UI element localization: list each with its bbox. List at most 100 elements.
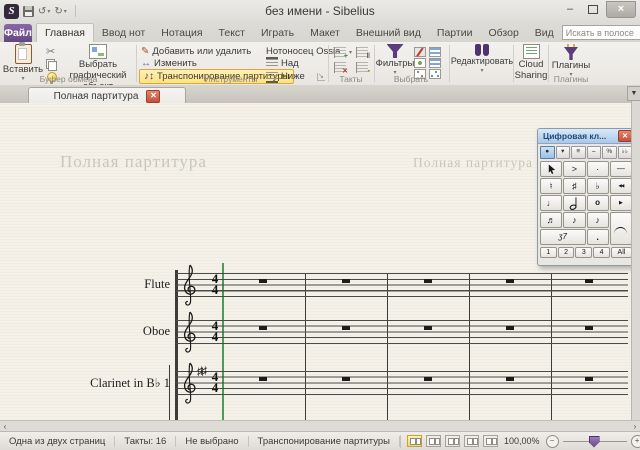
- join-bar-button[interactable]: ▪: [356, 62, 368, 73]
- whole-bar-rest[interactable]: [259, 279, 267, 283]
- ossia-above-button[interactable]: Над: [266, 58, 299, 69]
- whole-bar-rest[interactable]: [585, 326, 593, 330]
- whole-bar-rest[interactable]: [506, 279, 514, 283]
- pointer-key[interactable]: [540, 161, 562, 177]
- view-pages-vertical-button[interactable]: [464, 435, 479, 447]
- select-system-button[interactable]: [429, 58, 441, 68]
- delete-bar-button[interactable]: ✕: [334, 62, 346, 73]
- tab-text[interactable]: Текст: [211, 24, 253, 42]
- undo-button[interactable]: ↺▾: [38, 6, 50, 17]
- natural-key[interactable]: ♮: [540, 178, 562, 194]
- vertical-scrollbar[interactable]: ▼: [631, 86, 640, 420]
- time-signature-bottom[interactable]: 4: [209, 283, 221, 296]
- sharp-key[interactable]: ♯: [563, 178, 585, 194]
- tab-notations[interactable]: Нотация: [153, 24, 210, 42]
- scroll-right-icon[interactable]: ›: [630, 422, 640, 431]
- tab-note-input[interactable]: Ввод нот: [94, 24, 153, 42]
- staff-clarinet-1[interactable]: Clarinet in B♭ 1 ♯♯ 4 4: [0, 371, 632, 395]
- add-remove-instruments-button[interactable]: ✎Добавить или удалить: [141, 46, 251, 57]
- keypad-tab-accidentals[interactable]: ♭♭: [618, 146, 633, 159]
- zoom-slider-thumb[interactable]: [589, 436, 600, 448]
- view-single-pages-button[interactable]: [445, 435, 460, 447]
- voice-4-button[interactable]: 4: [593, 247, 610, 258]
- key-signature[interactable]: ♯♯: [197, 364, 205, 378]
- instrument-label[interactable]: Clarinet in B♭ 1: [20, 375, 170, 391]
- whole-bar-rest[interactable]: [424, 377, 432, 381]
- keypad-tab-articulations[interactable]: ⌢: [587, 146, 602, 159]
- instrument-label[interactable]: Oboe: [20, 324, 170, 339]
- tab-appearance[interactable]: Внешний вид: [348, 24, 429, 42]
- select-bars-button[interactable]: [429, 47, 441, 57]
- cloud-sharing-button[interactable]: Cloud Sharing: [515, 44, 547, 82]
- select-all-button[interactable]: [414, 58, 426, 68]
- staff-oboe[interactable]: Oboe 4 4: [0, 320, 632, 344]
- cut-button[interactable]: ✂: [46, 47, 55, 58]
- rest-key[interactable]: ʒ7: [540, 229, 586, 245]
- ossia-staff-button[interactable]: Нотоносец Ossia: [266, 46, 340, 57]
- forward-key[interactable]: ▶: [610, 195, 632, 211]
- view-pages-grid-button[interactable]: [426, 435, 441, 447]
- edit-button[interactable]: Редактировать▾: [452, 44, 512, 74]
- insert-bar-button[interactable]: ‖: [356, 47, 368, 58]
- minimize-button[interactable]: –: [560, 3, 580, 16]
- sixteenth-note-key[interactable]: ♪: [563, 212, 585, 228]
- voice-1-button[interactable]: 1: [540, 247, 557, 258]
- tab-play[interactable]: Играть: [253, 24, 302, 42]
- navigator-toggle-icon[interactable]: ▼: [627, 86, 640, 101]
- ribbon-search-input[interactable]: Искать в полосе: [562, 25, 640, 40]
- time-signature-bottom[interactable]: 4: [209, 381, 221, 394]
- whole-bar-rest[interactable]: [585, 377, 593, 381]
- instrument-label[interactable]: Flute: [20, 277, 170, 292]
- quarter-note-key[interactable]: ♩: [540, 195, 562, 211]
- tab-file[interactable]: Файл: [4, 24, 32, 42]
- filter-off-button[interactable]: [414, 47, 426, 57]
- back-key[interactable]: ◀◀: [610, 178, 632, 194]
- add-bar-button[interactable]: +▾: [334, 47, 352, 58]
- whole-bar-rest[interactable]: [585, 279, 593, 283]
- whole-bar-rest[interactable]: [259, 326, 267, 330]
- tab-close-icon[interactable]: ✕: [146, 90, 160, 103]
- keypad-panel[interactable]: Цифровая кл... ✕ ● ▾ ≡ ⌢ % ♭♭ > · — ♮ ♯ …: [537, 128, 635, 266]
- tenuto-key[interactable]: —: [610, 161, 632, 177]
- keypad-tab-jazz[interactable]: %: [602, 146, 617, 159]
- staff-flute[interactable]: Flute 4 4: [0, 273, 632, 297]
- copy-button[interactable]: [46, 59, 56, 70]
- keypad-tab-more-notes[interactable]: ▾: [556, 146, 571, 159]
- whole-bar-rest[interactable]: [424, 279, 432, 283]
- redo-button[interactable]: ↻▾: [54, 6, 66, 17]
- filters-button[interactable]: Фильтры▾: [378, 44, 412, 76]
- tab-home[interactable]: Главная: [36, 23, 94, 42]
- flat-key[interactable]: ♭: [587, 178, 609, 194]
- view-pages-horizontal-button[interactable]: [407, 435, 422, 447]
- close-button[interactable]: ×: [606, 1, 636, 18]
- dialog-launcher-icon[interactable]: ↘: [317, 73, 325, 81]
- thirtysecond-note-key[interactable]: ♬: [540, 212, 562, 228]
- scroll-left-icon[interactable]: ‹: [0, 422, 10, 431]
- voice-2-button[interactable]: 2: [558, 247, 575, 258]
- whole-bar-rest[interactable]: [506, 326, 514, 330]
- save-icon[interactable]: [23, 6, 34, 17]
- document-tab-full-score[interactable]: Полная партитура ✕: [28, 87, 186, 104]
- whole-bar-rest[interactable]: [342, 279, 350, 283]
- dot-key[interactable]: .: [587, 229, 609, 245]
- view-panorama-button[interactable]: [483, 435, 498, 447]
- tab-parts[interactable]: Партии: [429, 24, 481, 42]
- keypad-title-bar[interactable]: Цифровая кл... ✕: [538, 129, 634, 144]
- accent-key[interactable]: >: [563, 161, 585, 177]
- zoom-out-button[interactable]: −: [546, 435, 559, 448]
- sibelius-logo-icon[interactable]: S: [4, 4, 19, 19]
- keypad-tab-beams[interactable]: ≡: [571, 146, 586, 159]
- staccato-key[interactable]: ·: [587, 161, 609, 177]
- tie-key[interactable]: [610, 212, 632, 245]
- change-instrument-button[interactable]: ↔Изменить: [141, 58, 197, 69]
- voice-3-button[interactable]: 3: [575, 247, 592, 258]
- tab-review[interactable]: Обзор: [480, 24, 526, 42]
- zoom-in-button[interactable]: +: [631, 435, 640, 448]
- half-note-key[interactable]: [563, 195, 585, 211]
- keypad-tab-common-notes[interactable]: ●: [540, 146, 555, 159]
- keypad-close-icon[interactable]: ✕: [618, 130, 632, 142]
- eighth-note-key[interactable]: ♪: [587, 212, 609, 228]
- whole-note-key[interactable]: o: [587, 195, 609, 211]
- whole-bar-rest[interactable]: [424, 326, 432, 330]
- time-signature-bottom[interactable]: 4: [209, 330, 221, 343]
